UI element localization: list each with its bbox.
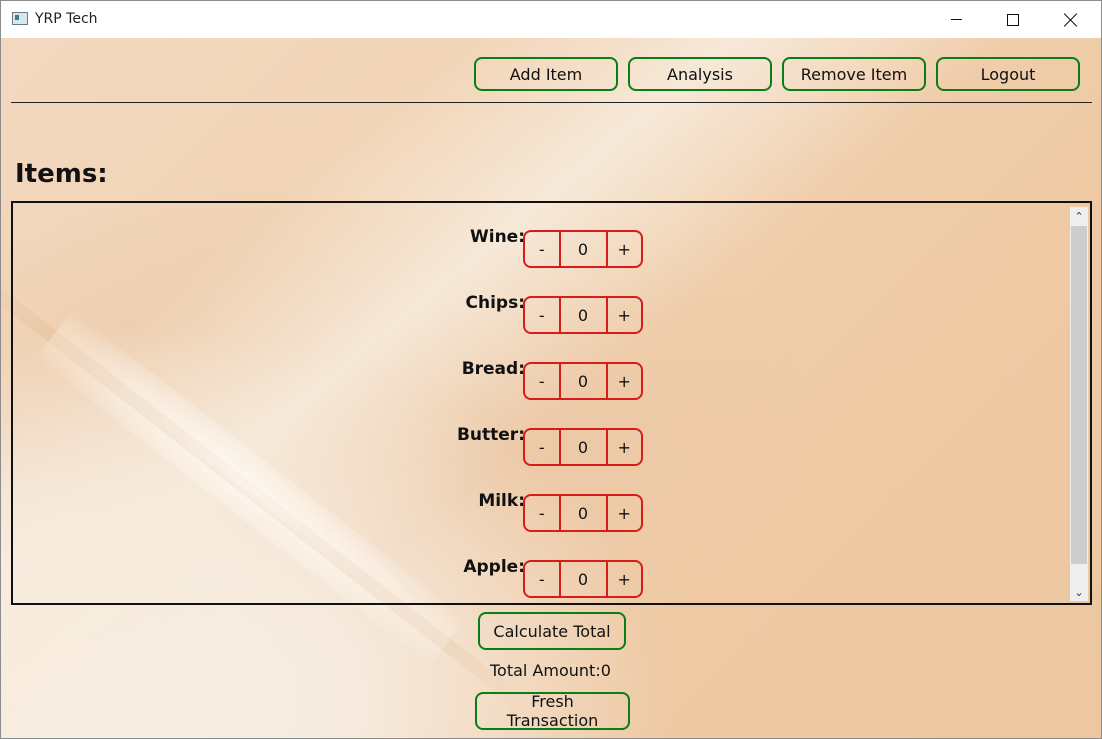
main-content: Add Item Analysis Remove Item Logout Ite…	[1, 38, 1101, 738]
maximize-button[interactable]	[984, 1, 1042, 38]
quantity-stepper: - 0 +	[523, 296, 644, 334]
list-item-butter: Butter: - 0 +	[13, 425, 713, 466]
quantity-stepper: - 0 +	[523, 560, 644, 598]
decrement-button[interactable]: -	[523, 296, 561, 334]
decrement-button[interactable]: -	[523, 494, 561, 532]
item-label: Bread:	[461, 359, 525, 379]
item-label: Wine:	[469, 227, 525, 247]
remove-item-button[interactable]: Remove Item	[782, 57, 926, 91]
title-bar: YRP Tech	[1, 1, 1101, 38]
scrollbar-thumb[interactable]	[1071, 226, 1087, 564]
quantity-stepper: - 0 +	[523, 230, 644, 268]
quantity-value: 0	[560, 296, 606, 334]
close-icon	[1064, 13, 1078, 27]
increment-button[interactable]: +	[605, 560, 644, 598]
fresh-transaction-button[interactable]: Fresh Transaction	[475, 692, 630, 730]
logout-button[interactable]: Logout	[936, 57, 1080, 91]
app-window: YRP Tech Add Item Analysis Remove Item L…	[0, 0, 1102, 739]
quantity-value: 0	[560, 230, 606, 268]
vertical-scrollbar[interactable]: ⌃ ⌄	[1070, 207, 1088, 601]
item-label: Apple:	[463, 557, 525, 577]
increment-button[interactable]: +	[605, 230, 644, 268]
list-item-apple: Apple: - 0 +	[13, 557, 713, 598]
window-title: YRP Tech	[35, 11, 98, 27]
scroll-down-icon[interactable]: ⌄	[1070, 583, 1088, 601]
increment-button[interactable]: +	[605, 494, 644, 532]
close-button[interactable]	[1042, 1, 1100, 38]
decrement-button[interactable]: -	[523, 230, 561, 268]
item-label: Milk:	[478, 491, 525, 511]
decrement-button[interactable]: -	[523, 362, 561, 400]
calculate-total-button[interactable]: Calculate Total	[478, 612, 626, 650]
add-item-button[interactable]: Add Item	[474, 57, 618, 91]
total-amount: Total Amount:0	[490, 661, 611, 680]
list-item-chips: Chips: - 0 +	[13, 293, 713, 334]
quantity-value: 0	[560, 560, 606, 598]
increment-button[interactable]: +	[605, 362, 644, 400]
quantity-stepper: - 0 +	[523, 494, 644, 532]
quantity-value: 0	[560, 494, 606, 532]
maximize-icon	[1007, 13, 1019, 26]
app-icon	[12, 12, 28, 25]
items-heading: Items:	[15, 159, 108, 189]
minimize-button[interactable]	[927, 1, 985, 38]
quantity-stepper: - 0 +	[523, 428, 644, 466]
list-item-bread: Bread: - 0 +	[13, 359, 713, 400]
scroll-up-icon[interactable]: ⌃	[1070, 207, 1088, 225]
header-divider	[11, 102, 1092, 103]
quantity-value: 0	[560, 428, 606, 466]
increment-button[interactable]: +	[605, 428, 644, 466]
quantity-stepper: - 0 +	[523, 362, 644, 400]
items-list-panel[interactable]: Wine: - 0 + Chips: - 0 + Bread: - 0 + Bu…	[11, 201, 1092, 605]
item-label: Butter:	[456, 425, 525, 445]
decrement-button[interactable]: -	[523, 428, 561, 466]
item-label: Chips:	[465, 293, 526, 313]
minimize-icon	[950, 19, 962, 20]
decrement-button[interactable]: -	[523, 560, 561, 598]
analysis-button[interactable]: Analysis	[628, 57, 772, 91]
quantity-value: 0	[560, 362, 606, 400]
list-item-wine: Wine: - 0 +	[13, 227, 713, 268]
increment-button[interactable]: +	[605, 296, 644, 334]
list-item-milk: Milk: - 0 +	[13, 491, 713, 532]
